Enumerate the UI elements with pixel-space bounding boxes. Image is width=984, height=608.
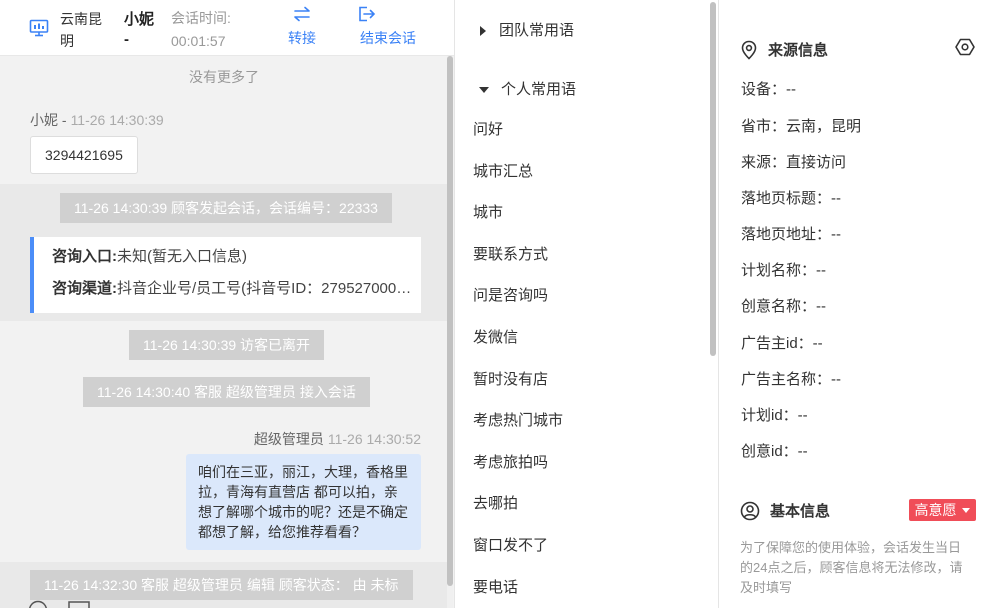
info-field-device: 设备：-- bbox=[741, 81, 796, 98]
info-field-province: 省市：云南，昆明 bbox=[741, 118, 862, 135]
intent-level-label: 高意愿 bbox=[914, 502, 957, 518]
message-time: 11-26 14:30:39 bbox=[70, 112, 164, 128]
phrase-item[interactable]: 城市 bbox=[473, 200, 703, 242]
transfer-label: 转接 bbox=[288, 30, 316, 46]
source-info-title: 来源信息 bbox=[768, 42, 829, 59]
info-field-plan-id: 计划id：-- bbox=[741, 407, 808, 424]
info-field-landing-title: 落地页标题：-- bbox=[741, 190, 841, 207]
quick-phrases-panel: 团队常用语 个人常用语 问好 城市汇总 城市 要联系方式 问是咨询吗 发微信 暂… bbox=[455, 0, 719, 608]
phrase-item[interactable]: 窗口发不了 bbox=[473, 533, 703, 575]
phrase-item[interactable]: 发微信 bbox=[473, 325, 703, 367]
end-session-label: 结束会话 bbox=[360, 30, 416, 46]
consult-entry-label: 咨询入口: bbox=[52, 248, 117, 265]
consult-channel-label: 咨询渠道: bbox=[52, 280, 117, 297]
session-time-value: 00:01:57 bbox=[171, 33, 226, 49]
caret-down-icon bbox=[479, 87, 489, 93]
consult-entry-value: 未知(暂无入口信息) bbox=[117, 248, 247, 265]
settings-icon[interactable] bbox=[955, 37, 975, 57]
edit-deadline-hint: 为了保障您的使用体验，会话发生当日的24点之后，顾客信息将无法修改，请及时填写 bbox=[740, 540, 963, 595]
info-field-creative-id: 创意id：-- bbox=[741, 443, 808, 460]
system-message: 11-26 14:32:30 客服 超级管理员 编辑 顾客状态： 由 未标 bbox=[30, 570, 413, 600]
team-phrases-label: 团队常用语 bbox=[499, 22, 575, 39]
info-field-creative-name: 创意名称：-- bbox=[741, 298, 826, 315]
info-field-landing-url: 落地页地址：-- bbox=[741, 226, 841, 243]
emoji-icon[interactable] bbox=[28, 600, 48, 608]
info-field-source: 来源：直接访问 bbox=[741, 154, 847, 171]
phrase-item[interactable]: 考虑热门城市 bbox=[473, 408, 703, 450]
team-phrases-group[interactable]: 团队常用语 bbox=[479, 21, 574, 41]
chat-scrollbar[interactable] bbox=[447, 56, 453, 608]
user-circle-icon bbox=[740, 501, 760, 520]
folder-icon[interactable] bbox=[68, 600, 90, 608]
consult-channel-row: 咨询渠道:抖音企业号/员工号(抖音号ID：2795270000000) bbox=[52, 279, 412, 299]
exit-icon bbox=[359, 6, 376, 22]
transfer-icon bbox=[294, 6, 310, 22]
consult-entry-card: 咨询入口:未知(暂无入口信息) 咨询渠道:抖音企业号/员工号(抖音号ID：279… bbox=[30, 237, 421, 313]
personal-phrases-group[interactable]: 个人常用语 bbox=[479, 80, 576, 100]
agent-message: 咱们在三亚，丽江，大理，香格里拉，青海有直营店 都可以拍，亲想了解哪个城市的呢？… bbox=[186, 454, 421, 550]
end-session-button[interactable]: 结束会话 bbox=[356, 6, 420, 48]
message-sender: 超级管理员 bbox=[253, 431, 324, 447]
phrase-list: 问好 城市汇总 城市 要联系方式 问是咨询吗 发微信 暂时没有店 考虑热门城市 … bbox=[473, 117, 703, 608]
chat-header: 云南昆明 小妮 - 会话时间: 00:01:57 转接 结束会话 bbox=[0, 0, 454, 56]
personal-phrases-label: 个人常用语 bbox=[501, 81, 577, 98]
phrase-item[interactable]: 暂时没有店 bbox=[473, 367, 703, 409]
visitor-location: 云南昆明 bbox=[60, 11, 102, 49]
phrase-item[interactable]: 要联系方式 bbox=[473, 242, 703, 284]
no-more-hint: 没有更多了 bbox=[189, 69, 259, 85]
chat-panel: 云南昆明 小妮 - 会话时间: 00:01:57 转接 结束会话 没有更多了 小… bbox=[0, 0, 455, 608]
phrases-scrollbar-thumb[interactable] bbox=[710, 2, 716, 356]
transfer-button[interactable]: 转接 bbox=[284, 6, 320, 48]
visitor-info-panel: 来源信息 设备：-- 省市：云南，昆明 来源：直接访问 落地页标题：-- 落地页… bbox=[719, 0, 984, 608]
phrase-item[interactable]: 去哪拍 bbox=[473, 491, 703, 533]
info-field-advertiser-name: 广告主名称：-- bbox=[741, 371, 841, 388]
location-pin-icon bbox=[741, 40, 757, 60]
visitor-name: 小妮 - bbox=[124, 11, 155, 48]
intent-level-dropdown[interactable]: 高意愿 bbox=[909, 499, 976, 521]
message-list[interactable]: 没有更多了 小妮 -11-26 14:30:39 3294421695 11-2… bbox=[0, 56, 448, 608]
info-field-plan-name: 计划名称：-- bbox=[741, 262, 826, 279]
message-sender-line: 小妮 -11-26 14:30:39 bbox=[30, 110, 164, 130]
message-time: 11-26 14:30:52 bbox=[327, 431, 421, 447]
message-sender: 小妮 - bbox=[30, 112, 67, 128]
phrase-item[interactable]: 城市汇总 bbox=[473, 159, 703, 201]
chat-scrollbar-thumb[interactable] bbox=[447, 56, 453, 586]
system-message: 11-26 14:30:40 客服 超级管理员 接入会话 bbox=[83, 377, 370, 407]
basic-info-header: 基本信息 bbox=[740, 500, 830, 521]
phrase-item[interactable]: 问是咨询吗 bbox=[473, 283, 703, 325]
caret-down-icon bbox=[962, 508, 971, 514]
system-message: 11-26 14:30:39 顾客发起会话，会话编号：22333 bbox=[60, 193, 392, 223]
info-field-advertiser-id: 广告主id：-- bbox=[741, 335, 823, 352]
message-sender-line: 超级管理员 11-26 14:30:52 bbox=[254, 429, 421, 449]
phrase-item[interactable]: 考虑旅拍吗 bbox=[473, 450, 703, 492]
consult-channel-value: 抖音企业号/员工号(抖音号ID：2795270000000) bbox=[117, 280, 412, 297]
system-message: 11-26 14:30:39 访客已离开 bbox=[129, 330, 325, 360]
visitor-message: 3294421695 bbox=[30, 136, 138, 174]
phrase-item[interactable]: 问好 bbox=[473, 117, 703, 159]
session-time-label: 会话时间: bbox=[171, 10, 231, 26]
phrase-item[interactable]: 要电话 bbox=[473, 575, 703, 608]
monitor-icon bbox=[29, 19, 49, 37]
source-info-header: 来源信息 bbox=[740, 39, 828, 60]
basic-info-title: 基本信息 bbox=[770, 503, 831, 520]
caret-right-icon bbox=[480, 26, 486, 36]
consult-entry-row: 咨询入口:未知(暂无入口信息) bbox=[52, 247, 412, 267]
phrases-scrollbar[interactable] bbox=[710, 0, 716, 608]
